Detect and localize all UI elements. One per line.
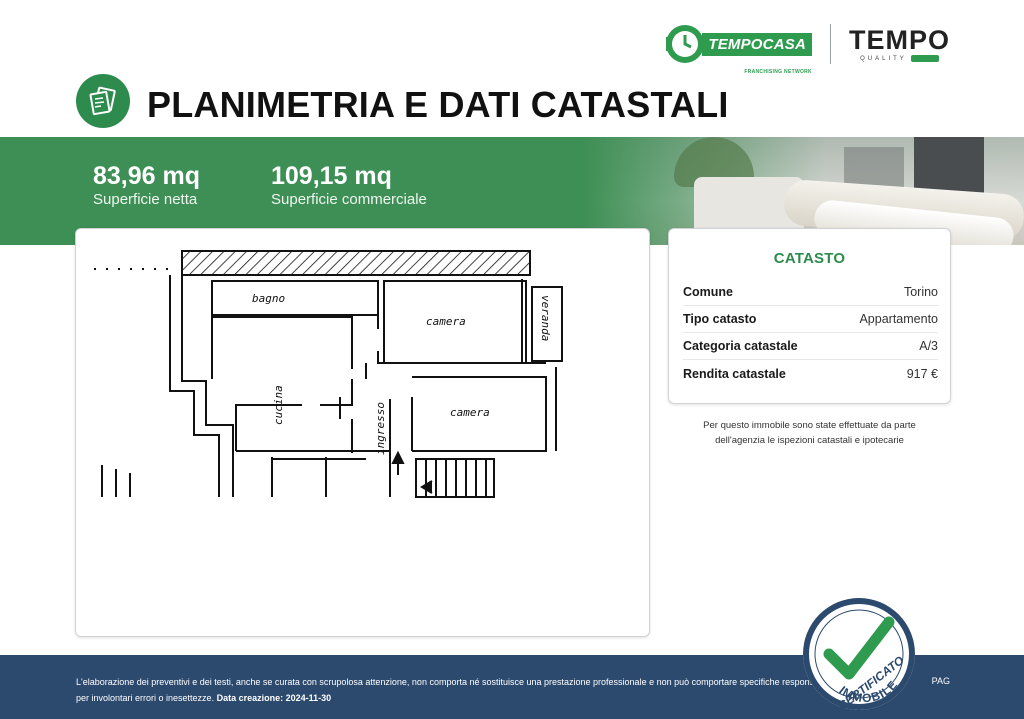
- brand-logos: TEMPOCASA FRANCHISING NETWORK TEMPO QUAL…: [664, 22, 950, 75]
- commercial-surface-stat: 109,15 mq Superficie commerciale: [271, 162, 427, 210]
- tempo-quality-label: QUALITY: [860, 55, 939, 62]
- catasto-key: Comune: [683, 285, 733, 299]
- net-surface-stat: 83,96 mq Superficie netta: [93, 162, 200, 210]
- catasto-row: Categoria catastale A/3: [683, 333, 938, 360]
- footer-line-2: per involontari errori o inesettezze. Da…: [76, 693, 332, 703]
- catasto-card: CATASTO Comune Torino Tipo catasto Appar…: [668, 228, 951, 404]
- page-title: PLANIMETRIA E DATI CATASTALI: [147, 84, 729, 125]
- clock-icon: [664, 23, 706, 65]
- footer-line-1: L'elaborazione dei preventivi e dei test…: [76, 677, 816, 687]
- room-label-bagno: bagno: [252, 292, 285, 305]
- commercial-surface-value: 109,15 mq: [271, 162, 392, 190]
- net-surface-label: Superficie netta: [93, 191, 198, 208]
- catasto-key: Rendita catastale: [683, 366, 786, 381]
- commercial-surface-label: Superficie commerciale: [271, 191, 427, 208]
- catasto-row: Rendita catastale 917 €: [683, 360, 938, 387]
- catasto-value: 917 €: [906, 366, 938, 381]
- room-label-camera-1: camera: [426, 315, 466, 328]
- catasto-note-line-1: Per questo immobile sono state effettuat…: [703, 420, 916, 431]
- page-label: PAG: [931, 676, 950, 686]
- logo-divider: [829, 24, 831, 64]
- catasto-row: Comune Torino: [683, 279, 938, 306]
- catasto-key: Categoria catastale: [683, 339, 798, 353]
- catasto-value: Appartamento: [859, 312, 938, 326]
- catasto-title: CATASTO: [773, 250, 846, 267]
- room-label-veranda: veranda: [539, 295, 552, 341]
- floorplan-card: bagno camera veranda cucina ingresso cam…: [75, 228, 650, 637]
- creation-date: Data creazione: 2024-11-30: [216, 693, 332, 703]
- floorplan-drawing: bagno camera veranda cucina ingresso cam…: [94, 250, 563, 498]
- room-label-cucina: cucina: [272, 385, 285, 425]
- floorplan-documents-icon: [76, 74, 130, 128]
- footer-disclaimer: L'elaborazione dei preventivi e dei test…: [76, 674, 816, 706]
- catasto-note: Per questo immobile sono state effettuat…: [668, 418, 951, 448]
- catasto-value: Torino: [903, 285, 938, 299]
- catasto-value: A/3: [919, 339, 938, 353]
- room-label-camera-2: camera: [450, 406, 490, 419]
- tempocasa-wordmark: TEMPOCASA: [702, 32, 812, 56]
- tempo-wordmark: TEMPO: [848, 25, 950, 55]
- tempocasa-tagline: FRANCHISING NETWORK: [744, 69, 812, 75]
- tempo-quality-logo: TEMPO QUALITY: [849, 26, 950, 62]
- catasto-note-line-2: dell'agenzia le ispezioni catastali e ip…: [715, 435, 904, 446]
- net-surface-value: 83,96 mq: [93, 162, 201, 190]
- immobile-certificato-seal: IMMOBILE CERTIFICATO: [803, 598, 915, 713]
- catasto-row: Tipo catasto Appartamento: [683, 306, 938, 333]
- room-label-ingresso: ingresso: [374, 402, 387, 455]
- tempocasa-logo: TEMPOCASA FRANCHISING NETWORK: [664, 23, 812, 75]
- catasto-key: Tipo catasto: [683, 312, 757, 326]
